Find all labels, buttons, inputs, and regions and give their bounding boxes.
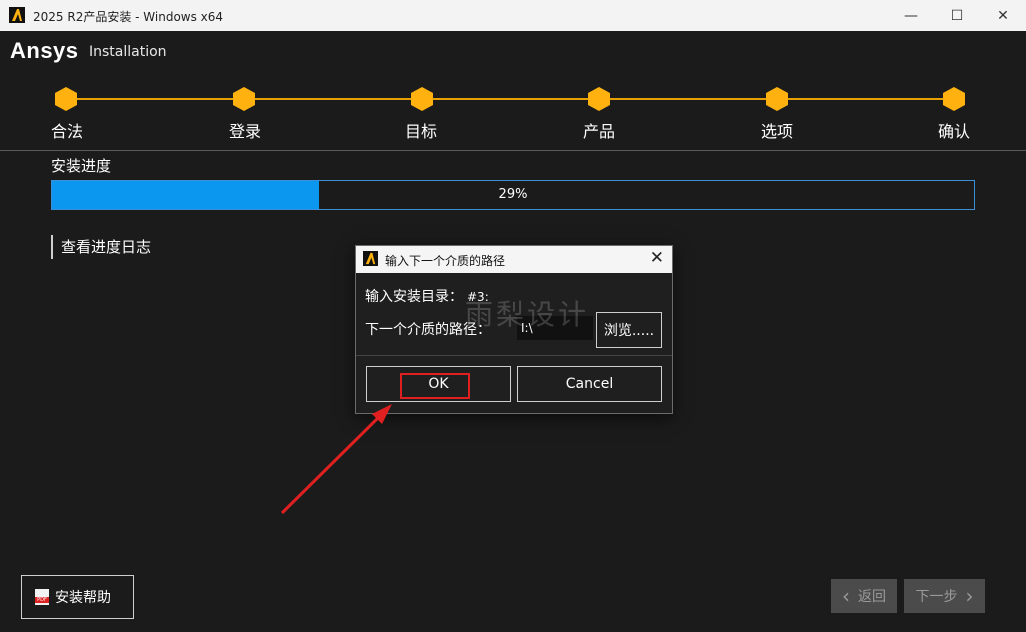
install-dir-label: 输入安装目录：: [365, 289, 463, 305]
brand-subtitle: Installation: [89, 44, 167, 60]
progress-bar: 29%: [51, 180, 975, 210]
step-label-login: 登录: [228, 122, 261, 141]
install-help-label: 安装帮助: [55, 590, 111, 606]
step-label-products: 产品: [582, 122, 615, 141]
pdf-icon: PDF: [35, 589, 49, 605]
install-help-button[interactable]: PDF 安装帮助: [21, 575, 134, 619]
step-marker-icon: [233, 87, 255, 111]
title-bar: 2025 R2产品安装 - Windows x64 — ☐ ✕: [0, 0, 1026, 31]
dialog-divider: [356, 355, 672, 356]
minimize-button[interactable]: —: [888, 0, 934, 31]
back-button[interactable]: ‹ 返回: [831, 579, 897, 613]
step-label-options: 选项: [760, 122, 793, 141]
ok-highlight-box: [400, 373, 470, 399]
maximize-button[interactable]: ☐: [934, 0, 980, 31]
next-button[interactable]: 下一步 ›: [904, 579, 985, 613]
progress-percent: 29%: [498, 187, 528, 202]
divider: [0, 150, 1026, 151]
dialog-title-bar: 输入下一个介质的路径 ✕: [356, 246, 672, 273]
dialog-title: 输入下一个介质的路径: [385, 254, 506, 268]
step-marker-icon: [55, 87, 77, 111]
next-label: 下一步: [915, 589, 958, 605]
next-media-dialog: 输入下一个介质的路径 ✕ 输入安装目录： #3: 下一个介质的路径： I:\ 浏览…: [355, 245, 673, 414]
step-marker-icon: [943, 87, 965, 111]
step-label-legal: 合法: [50, 122, 83, 141]
steps-connector: [66, 98, 954, 100]
close-button[interactable]: ✕: [980, 0, 1026, 31]
dialog-close-button[interactable]: ✕: [650, 248, 664, 268]
window-title: 2025 R2产品安装 - Windows x64: [33, 10, 224, 24]
step-label-confirm: 确认: [937, 122, 970, 141]
chevron-right-icon: ›: [965, 584, 974, 608]
ansys-logo-icon: [363, 251, 378, 266]
ansys-logo-icon: [9, 7, 25, 23]
back-label: 返回: [858, 589, 886, 605]
step-marker-icon: [588, 87, 610, 111]
brand-logo: Ansys: [10, 38, 79, 63]
media-path-input[interactable]: I:\: [517, 316, 593, 340]
step-marker-icon: [411, 87, 433, 111]
progress-label: 安装进度: [51, 157, 112, 175]
install-dir-row: 输入安装目录： #3:: [365, 286, 489, 306]
step-label-target: 目标: [404, 122, 437, 141]
install-dir-value: #3:: [467, 290, 489, 304]
cancel-button[interactable]: Cancel: [517, 366, 662, 402]
media-path-label: 下一个介质的路径：: [365, 322, 491, 338]
view-progress-log-link[interactable]: 查看进度日志: [51, 235, 151, 259]
chevron-left-icon: ‹: [842, 584, 850, 608]
step-marker-icon: [766, 87, 788, 111]
browse-button[interactable]: 浏览.....: [596, 312, 662, 348]
